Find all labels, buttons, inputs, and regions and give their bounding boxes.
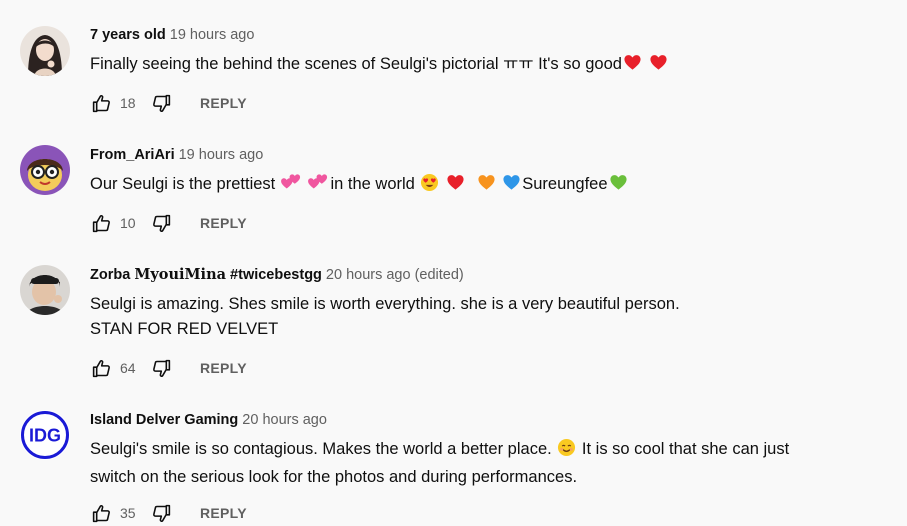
avatar[interactable] <box>20 145 70 195</box>
avatar[interactable]: IDG <box>20 410 70 460</box>
comment-header: From_AriAri 19 hours ago <box>90 145 263 165</box>
like-button[interactable] <box>90 357 112 379</box>
comment-text: Seulgi's smile is so contagious. Makes t… <box>90 437 789 490</box>
avatar-logo-text: IDG <box>29 426 61 446</box>
heart-eyes-icon <box>420 173 439 200</box>
timestamp[interactable]: 20 hours ago <box>242 412 327 428</box>
timestamp[interactable]: 19 hours ago <box>179 147 264 163</box>
comment-actions: 64 REPLY <box>90 356 247 380</box>
author-name-styled: MyouiMina <box>134 266 227 283</box>
author-name[interactable]: 7 years old <box>90 27 166 43</box>
thumbs-up-icon <box>91 213 112 234</box>
red-heart-icon <box>649 53 668 80</box>
two-hearts-icon <box>280 173 302 200</box>
avatar[interactable] <box>20 26 70 76</box>
green-heart-icon <box>609 173 628 200</box>
dislike-button[interactable] <box>150 212 172 234</box>
comment-text-part: Sureungfee <box>522 175 608 193</box>
smiling-face-icon <box>557 438 576 465</box>
dislike-button[interactable] <box>150 357 172 379</box>
like-button[interactable] <box>90 92 112 114</box>
comment-text: Our Seulgi is the prettiest in the world… <box>90 172 629 200</box>
two-hearts-icon <box>308 173 329 200</box>
like-count: 64 <box>120 360 136 376</box>
avatar[interactable] <box>20 265 70 315</box>
author-name-plain: Zorba <box>90 267 131 283</box>
reply-button[interactable]: REPLY <box>200 360 247 376</box>
comment-actions: 35 REPLY <box>90 501 247 525</box>
orange-heart-icon <box>477 173 496 200</box>
comment-text-line: STAN FOR RED VELVET <box>90 320 279 338</box>
edited-label: (edited) <box>414 267 464 283</box>
comment-actions: 18 REPLY <box>90 91 247 115</box>
comment-header: Zorba MyouiMina #twicebestgg 20 hours ago… <box>90 265 464 285</box>
comment-text-part: in the world <box>330 175 415 193</box>
red-heart-icon <box>446 173 465 200</box>
red-heart-icon <box>623 53 642 80</box>
comment-header: 7 years old 19 hours ago <box>90 25 254 45</box>
thumbs-down-icon <box>151 93 172 114</box>
reply-button[interactable]: REPLY <box>200 505 247 521</box>
thumbs-down-icon <box>151 358 172 379</box>
author-name[interactable]: From_AriAri <box>90 147 175 163</box>
comment-text-part: It is so cool that she can just <box>581 440 790 458</box>
comment-text-line: Seulgi is amazing. Shes smile is worth e… <box>90 295 680 313</box>
author-name[interactable]: Island Delver Gaming <box>90 412 238 428</box>
comment-text: Seulgi is amazing. Shes smile is worth e… <box>90 292 680 342</box>
like-count: 10 <box>120 215 136 231</box>
blue-heart-icon <box>502 173 521 200</box>
thumbs-up-icon <box>91 93 112 114</box>
timestamp[interactable]: 20 hours ago <box>326 267 411 283</box>
comment-text-line: Seulgi's smile is so contagious. Makes t… <box>90 437 789 465</box>
dislike-button[interactable] <box>150 502 172 524</box>
thumbs-up-icon <box>91 503 112 524</box>
comment-text-part: Seulgi's smile is so contagious. Makes t… <box>90 440 552 458</box>
author-name[interactable]: Zorba MyouiMina #twicebestgg <box>90 266 322 283</box>
author-name-tag: #twicebestgg <box>230 267 322 283</box>
comment-header: Island Delver Gaming 20 hours ago <box>90 410 327 430</box>
dislike-button[interactable] <box>150 92 172 114</box>
comment-actions: 10 REPLY <box>90 211 247 235</box>
comment-text: Finally seeing the behind the scenes of … <box>90 52 669 80</box>
reply-button[interactable]: REPLY <box>200 215 247 231</box>
comment-text-part: Our Seulgi is the prettiest <box>90 175 276 193</box>
thumbs-down-icon <box>151 503 172 524</box>
comment-text-line: Finally seeing the behind the scenes of … <box>90 55 622 73</box>
like-button[interactable] <box>90 212 112 234</box>
thumbs-up-icon <box>91 358 112 379</box>
like-count: 35 <box>120 505 136 521</box>
like-button[interactable] <box>90 502 112 524</box>
comment-text-line: switch on the serious look for the photo… <box>90 468 578 486</box>
thumbs-down-icon <box>151 213 172 234</box>
reply-button[interactable]: REPLY <box>200 95 247 111</box>
timestamp[interactable]: 19 hours ago <box>170 27 255 43</box>
like-count: 18 <box>120 95 136 111</box>
